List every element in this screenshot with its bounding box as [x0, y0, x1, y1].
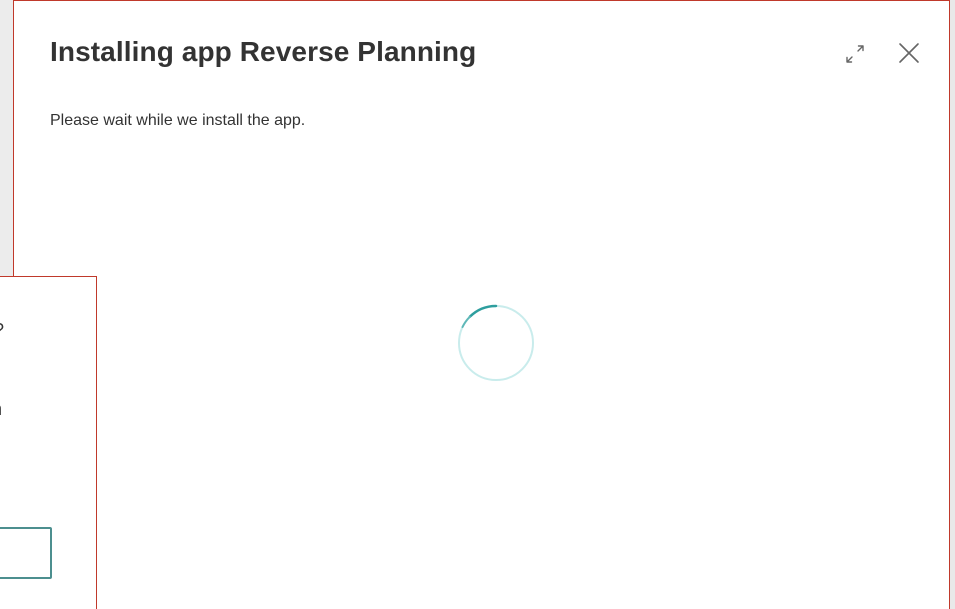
expand-icon	[846, 45, 864, 63]
expand-button[interactable]	[840, 39, 870, 69]
background-dialog-text: ?	[0, 320, 4, 341]
dialog-title: Installing app Reverse Planning	[50, 36, 477, 67]
background-dialog: ? n	[0, 276, 97, 609]
close-icon	[899, 43, 919, 63]
background-dialog-text: n	[0, 399, 2, 420]
install-dialog: Installing app Reverse Planning Please w…	[13, 0, 950, 609]
screen: Installing app Reverse Planning Please w…	[0, 0, 955, 609]
dialog-message: Please wait while we install the app.	[50, 112, 306, 129]
close-button[interactable]	[894, 38, 924, 68]
loading-spinner-icon	[458, 304, 534, 381]
background-dialog-field[interactable]	[0, 527, 52, 579]
